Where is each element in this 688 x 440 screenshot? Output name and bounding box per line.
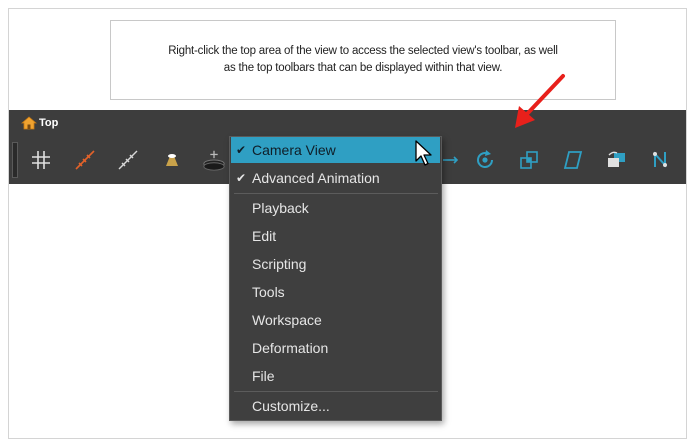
menu-separator xyxy=(234,391,438,392)
light-table-icon[interactable] xyxy=(116,148,140,172)
rotate-icon[interactable] xyxy=(473,148,497,172)
menu-item-label: Deformation xyxy=(252,340,329,356)
menu-item-file[interactable]: File xyxy=(231,363,440,389)
check-icon: ✔ xyxy=(236,171,247,185)
add-layer-icon[interactable] xyxy=(202,148,226,172)
home-icon xyxy=(21,116,37,130)
grid-icon[interactable] xyxy=(29,148,53,172)
menu-item-edit[interactable]: Edit xyxy=(231,223,440,249)
toolbar-context-menu: ✔ Camera View ✔ Advanced Animation Playb… xyxy=(229,136,442,421)
menu-item-label: Customize... xyxy=(252,398,330,414)
menu-item-label: Playback xyxy=(252,200,309,216)
annotation-arrow-icon xyxy=(515,74,565,128)
view-title-bar[interactable]: Top xyxy=(9,110,686,136)
transform-icon[interactable] xyxy=(649,148,673,172)
view-tab-label: Top xyxy=(39,117,59,129)
turn-off-image-icon[interactable] xyxy=(160,148,184,172)
menu-item-customize[interactable]: Customize... xyxy=(231,393,440,419)
toolbar-grip-handle[interactable] xyxy=(12,142,18,178)
menu-item-workspace[interactable]: Workspace xyxy=(231,307,440,333)
menu-separator xyxy=(234,193,438,194)
menu-item-deformation[interactable]: Deformation xyxy=(231,335,440,361)
check-icon: ✔ xyxy=(236,143,247,157)
translate-icon[interactable] xyxy=(439,148,463,172)
menu-item-label: Camera View xyxy=(252,142,336,158)
menu-item-label: Workspace xyxy=(252,312,322,328)
menu-item-label: Scripting xyxy=(252,256,307,272)
menu-item-playback[interactable]: Playback xyxy=(231,195,440,221)
mouse-pointer-icon xyxy=(415,140,432,166)
callout-line-2: as the top toolbars that can be displaye… xyxy=(223,62,503,74)
onion-skin-icon[interactable] xyxy=(73,148,97,172)
menu-item-label: Tools xyxy=(252,284,285,300)
menu-item-scripting[interactable]: Scripting xyxy=(231,251,440,277)
menu-item-tools[interactable]: Tools xyxy=(231,279,440,305)
menu-item-label: File xyxy=(252,368,275,384)
scale-icon[interactable] xyxy=(517,148,541,172)
view-tab-top[interactable]: Top xyxy=(21,116,58,130)
menu-item-camera-view[interactable]: ✔ Camera View xyxy=(231,137,440,163)
menu-item-label: Edit xyxy=(252,228,277,244)
menu-item-label: Advanced Animation xyxy=(252,170,380,186)
skew-icon[interactable] xyxy=(561,148,585,172)
hierarchy-icon[interactable] xyxy=(604,148,628,172)
menu-item-advanced-animation[interactable]: ✔ Advanced Animation xyxy=(231,165,440,191)
callout-line-1: Right-click the top area of the view to … xyxy=(168,45,558,57)
